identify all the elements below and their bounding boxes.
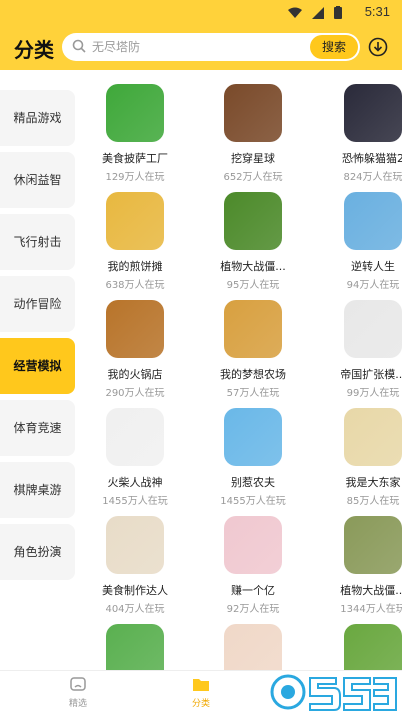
status-icons — [288, 6, 342, 19]
game-play-count: 1455万人在玩 — [220, 496, 286, 507]
game-card[interactable]: 我是大东家 85万人在玩 — [318, 402, 402, 512]
game-icon[interactable] — [344, 192, 402, 250]
game-play-count: 85万人在玩 — [346, 496, 400, 507]
game-play-count: 94万人在玩 — [346, 280, 400, 291]
folder-icon — [193, 679, 209, 691]
game-card[interactable]: 逆转人生 94万人在玩 — [318, 186, 402, 296]
game-play-count: 290万人在玩 — [105, 388, 165, 399]
game-icon[interactable] — [224, 84, 282, 142]
game-icon[interactable] — [106, 516, 164, 574]
game-play-count: 95万人在玩 — [226, 280, 280, 291]
game-card[interactable]: 我的煎饼摊 638万人在玩 — [80, 186, 190, 296]
game-icon[interactable] — [106, 84, 164, 142]
download-icon[interactable] — [368, 37, 388, 57]
game-name[interactable]: 美食披萨工厂 — [80, 150, 190, 166]
sidebar-item-board-card[interactable]: 棋牌桌游 — [0, 462, 75, 518]
game-card[interactable]: 我的火锅店 290万人在玩 — [80, 294, 190, 404]
game-icon[interactable] — [106, 192, 164, 250]
game-name[interactable]: 我的火锅店 — [80, 366, 190, 382]
game-card[interactable]: 帝国扩张模... 99万人在玩 — [318, 294, 402, 404]
page-title: 分类 — [14, 38, 54, 62]
game-card[interactable]: 别惹农夫 1455万人在玩 — [198, 402, 308, 512]
game-icon[interactable] — [224, 300, 282, 358]
game-play-count: 404万人在玩 — [105, 604, 165, 615]
game-play-count: 824万人在玩 — [343, 172, 402, 183]
sidebar-item-featured[interactable]: 精品游戏 — [0, 90, 75, 146]
game-icon[interactable] — [224, 516, 282, 574]
game-play-count: 638万人在玩 — [105, 280, 165, 291]
game-name[interactable]: 挖穿星球 — [198, 150, 308, 166]
category-sidebar: 精品游戏 休闲益智 飞行射击 动作冒险 经营模拟 体育竞速 棋牌桌游 角色扮演 — [0, 70, 75, 670]
game-name[interactable]: 赚一个亿 — [198, 582, 308, 598]
sidebar-item-role-playing[interactable]: 角色扮演 — [0, 524, 75, 580]
game-icon[interactable] — [344, 300, 402, 358]
nav-featured[interactable]: 精选 — [48, 675, 108, 715]
game-icon[interactable] — [106, 408, 164, 466]
game-icon[interactable] — [344, 408, 402, 466]
game-play-count: 92万人在玩 — [226, 604, 280, 615]
status-time: 5:31 — [364, 4, 390, 19]
game-card[interactable]: 植物大战僵... 1344万人在玩 — [318, 510, 402, 620]
game-name[interactable]: 我的煎饼摊 — [80, 258, 190, 274]
search-input[interactable] — [92, 37, 272, 57]
nav-category-label: 分类 — [191, 699, 210, 709]
battery-icon — [334, 6, 342, 19]
wifi-icon — [288, 7, 302, 18]
sidebar-item-action-adventure[interactable]: 动作冒险 — [0, 276, 75, 332]
game-play-count: 1344万人在玩 — [340, 604, 402, 615]
game-name[interactable]: 火柴人战神 — [80, 474, 190, 490]
sidebar-item-management-sim[interactable]: 经营模拟 — [0, 338, 75, 394]
game-play-count: 1455万人在玩 — [102, 496, 168, 507]
game-card[interactable]: 美食披萨工厂 129万人在玩 — [80, 78, 190, 188]
search-bar[interactable]: 搜索 — [62, 33, 360, 61]
nav-featured-label: 精选 — [68, 699, 87, 709]
game-play-count: 57万人在玩 — [226, 388, 280, 399]
game-icon[interactable] — [344, 516, 402, 574]
game-icon[interactable] — [344, 84, 402, 142]
game-name[interactable]: 我的梦想农场 — [198, 366, 308, 382]
sidebar-item-casual-puzzle[interactable]: 休闲益智 — [0, 152, 75, 208]
game-name[interactable]: 植物大战僵... — [318, 582, 402, 598]
game-play-count: 652万人在玩 — [223, 172, 283, 183]
header: 分类 搜索 — [0, 24, 402, 70]
game-icon[interactable] — [106, 300, 164, 358]
game-name[interactable]: 植物大战僵... — [198, 258, 308, 274]
status-bar: 5:31 — [0, 0, 402, 24]
game-name[interactable]: 逆转人生 — [318, 258, 402, 274]
search-button[interactable]: 搜索 — [310, 35, 358, 59]
nav-category[interactable]: 分类 — [171, 675, 231, 715]
game-name[interactable]: 我是大东家 — [318, 474, 402, 490]
game-play-count: 129万人在玩 — [105, 172, 165, 183]
game-icon[interactable] — [224, 192, 282, 250]
game-card[interactable]: 我的梦想农场 57万人在玩 — [198, 294, 308, 404]
watermark-logo — [270, 674, 397, 711]
game-card[interactable]: 赚一个亿 92万人在玩 — [198, 510, 308, 620]
game-card[interactable]: 恐怖躲猫猫2 824万人在玩 — [318, 78, 402, 188]
game-card[interactable]: 挖穿星球 652万人在玩 — [198, 78, 308, 188]
game-card[interactable]: 火柴人战神 1455万人在玩 — [80, 402, 190, 512]
gamepad-icon — [70, 677, 86, 691]
game-name[interactable]: 帝国扩张模... — [318, 366, 402, 382]
search-icon — [72, 39, 86, 53]
game-card[interactable]: 植物大战僵... 95万人在玩 — [198, 186, 308, 296]
game-play-count: 99万人在玩 — [346, 388, 400, 399]
game-icon[interactable] — [224, 408, 282, 466]
game-name[interactable]: 恐怖躲猫猫2 — [318, 150, 402, 166]
game-name[interactable]: 美食制作达人 — [80, 582, 190, 598]
game-name[interactable]: 别惹农夫 — [198, 474, 308, 490]
sidebar-item-sports-racing[interactable]: 体育竞速 — [0, 400, 75, 456]
sidebar-item-flight-shooting[interactable]: 飞行射击 — [0, 214, 75, 270]
signal-icon — [312, 6, 324, 19]
game-card[interactable]: 美食制作达人 404万人在玩 — [80, 510, 190, 620]
